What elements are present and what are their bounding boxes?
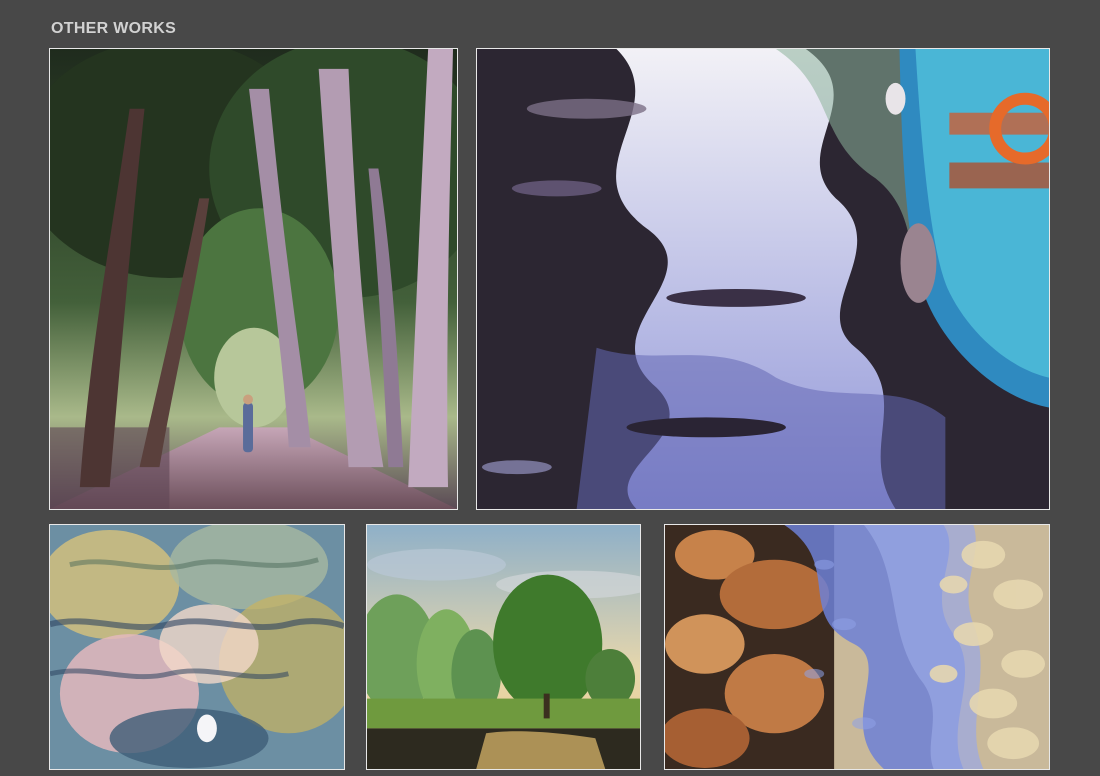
boat-reflections-painting [477,49,1049,509]
tree-avenue-painting [50,49,457,509]
section-title: OTHER WORKS [51,20,177,37]
artwork-thumbnail-water-light[interactable] [49,524,345,770]
stream-rocks-painting [665,525,1049,769]
artwork-thumbnail-boat-reflections[interactable] [476,48,1050,510]
artwork-thumbnail-stream-rocks[interactable] [664,524,1050,770]
artwork-thumbnail-tree-avenue[interactable] [49,48,458,510]
water-light-painting [50,525,344,769]
artwork-thumbnail-river-trees[interactable] [366,524,641,770]
river-trees-painting [367,525,640,769]
